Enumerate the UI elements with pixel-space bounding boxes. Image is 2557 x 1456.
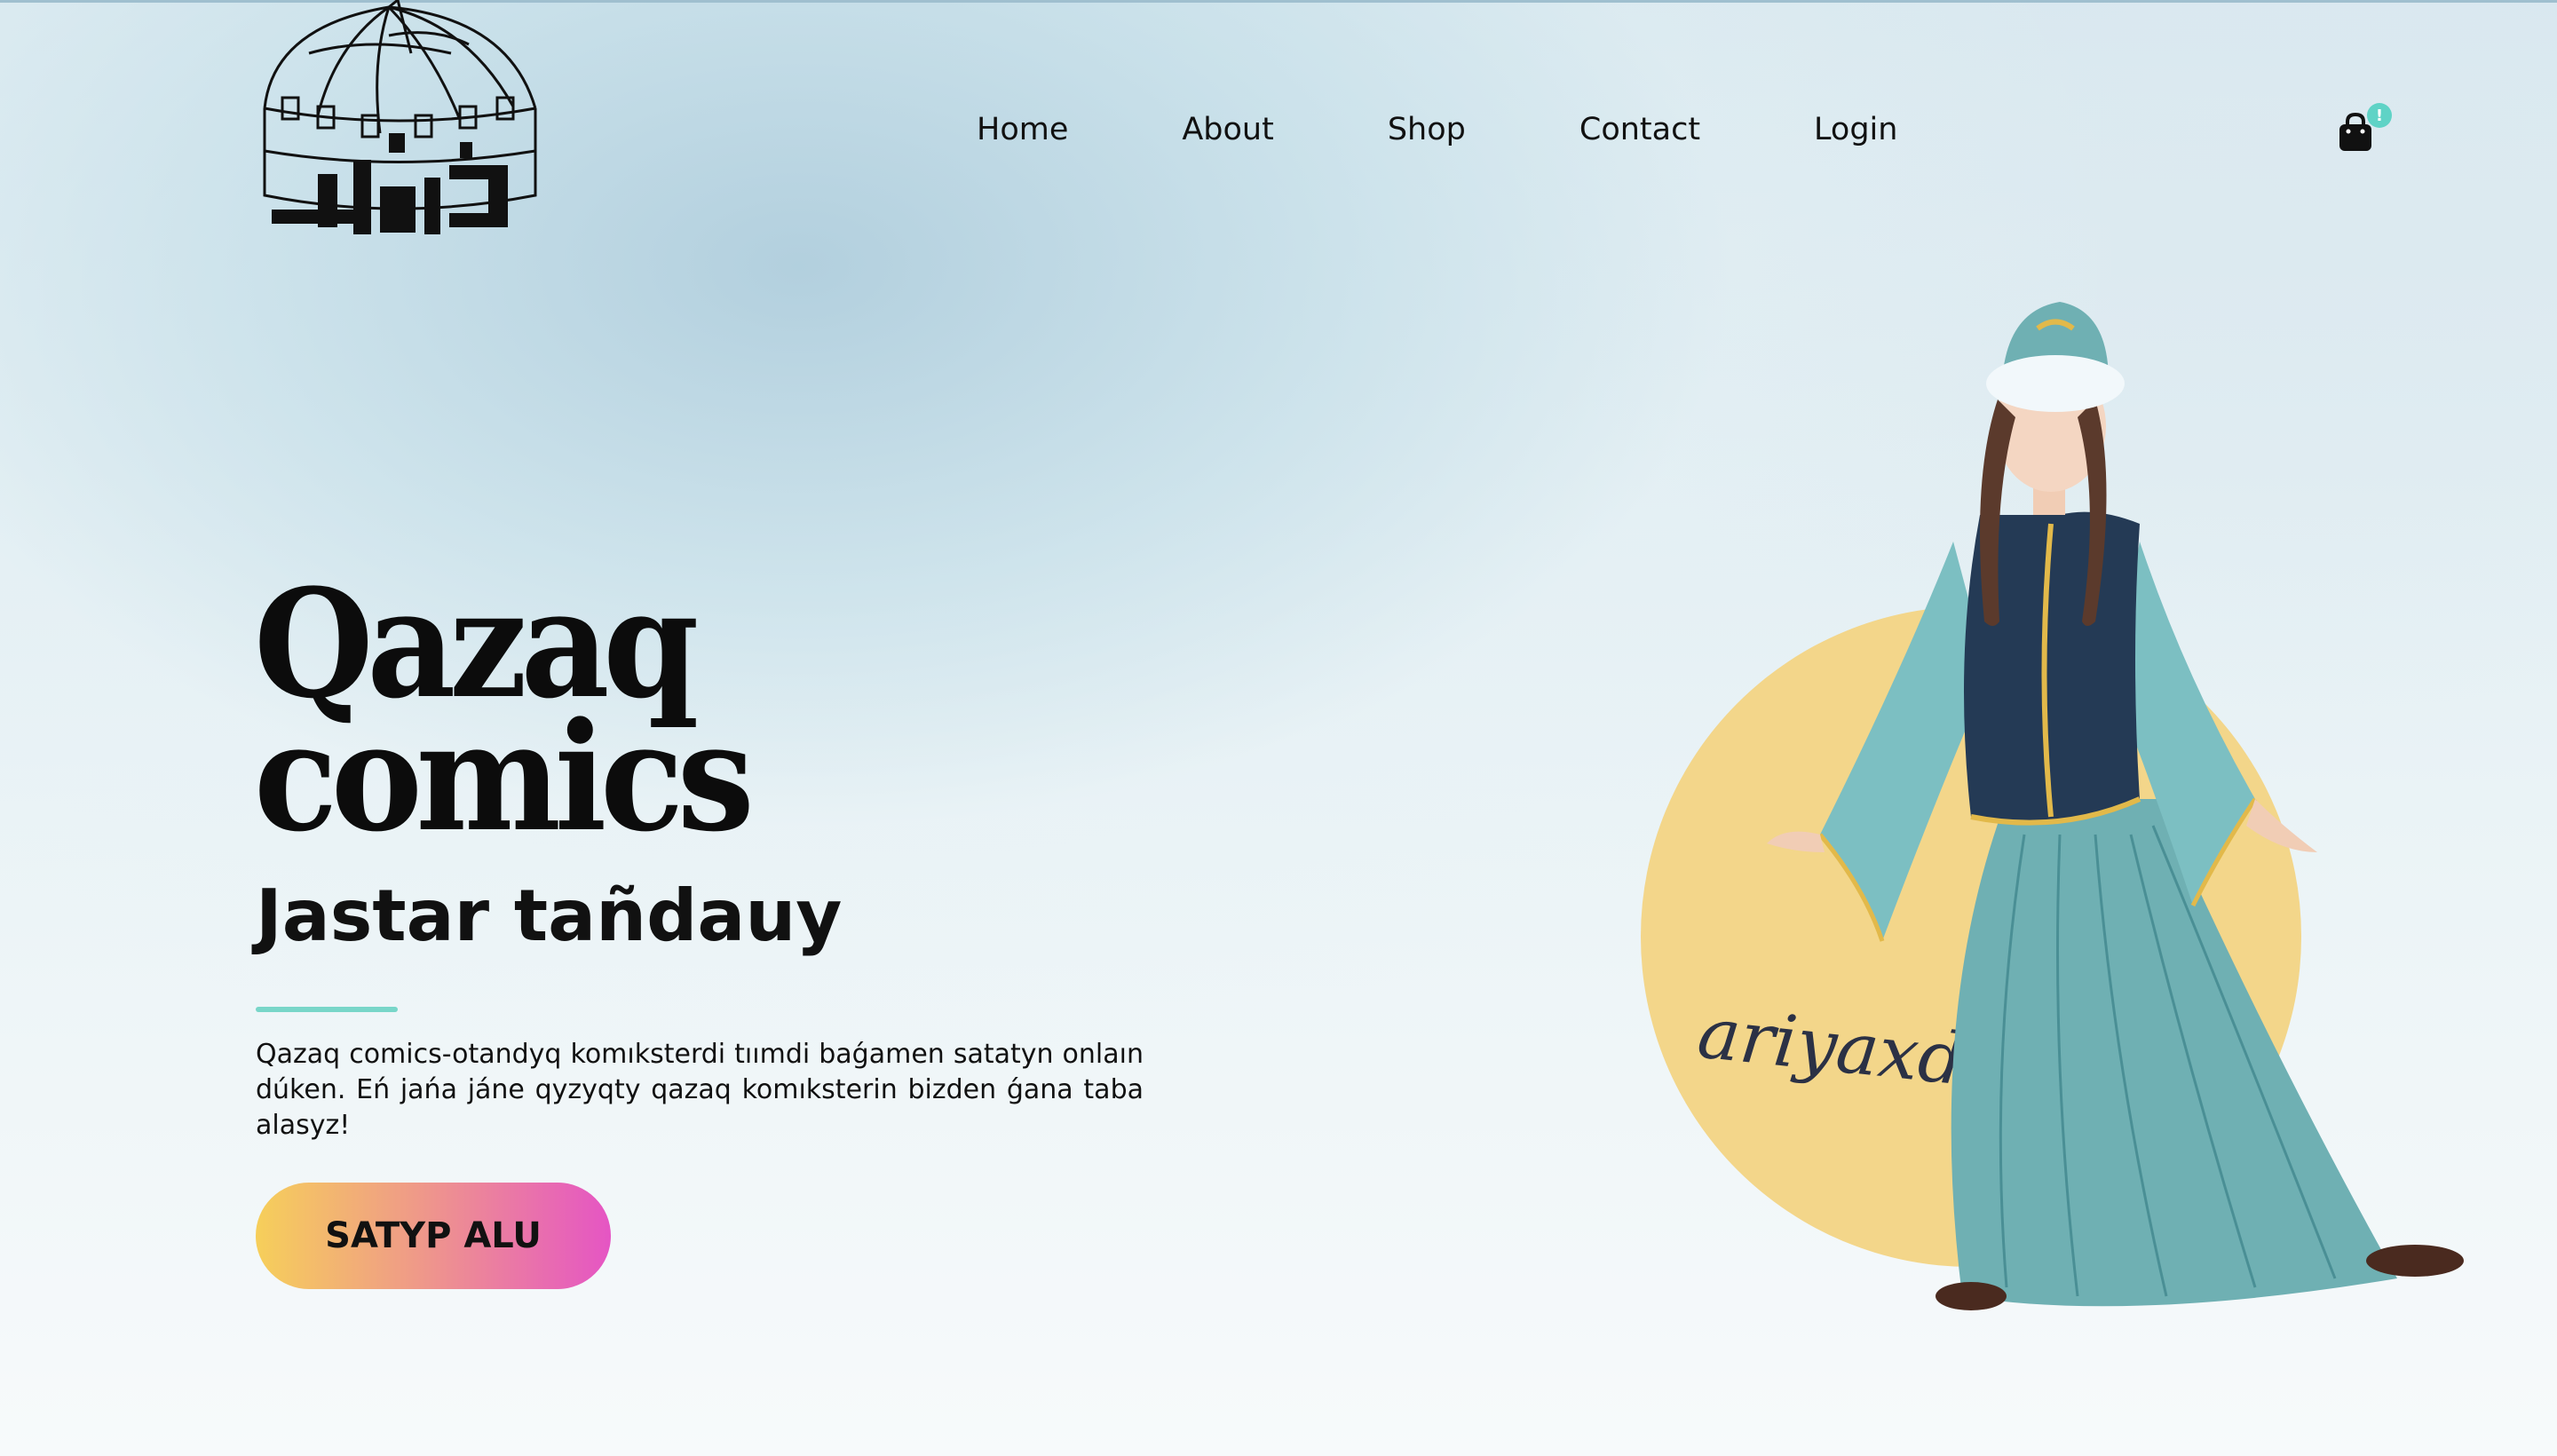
nav-about[interactable]: About: [1182, 112, 1273, 147]
cart-button[interactable]: !: [2337, 103, 2394, 156]
nav-home[interactable]: Home: [977, 112, 1068, 147]
hero-description: Qazaq comics-otandyq komıksterdi tıımdi …: [256, 1039, 1144, 1141]
yurt-logo-icon: [263, 0, 537, 234]
buy-button[interactable]: SATYP ALU: [256, 1183, 611, 1289]
hero-illustration: ariyaxd: [1634, 302, 2521, 1332]
nav-login[interactable]: Login: [1814, 112, 1897, 147]
nav-contact[interactable]: Contact: [1579, 112, 1700, 147]
cart-badge: !: [2367, 103, 2392, 128]
site-logo[interactable]: [256, 0, 543, 265]
hero-title-line2: comics: [254, 689, 755, 865]
main-nav: Home About Shop Contact Login: [977, 105, 1897, 154]
accent-divider: [256, 1007, 398, 1012]
hero-title: Qazaq comics: [254, 569, 755, 865]
hero-subtitle: Jastar tañdauy: [256, 874, 843, 957]
kazakh-girl-illustration: ariyaxd: [1641, 302, 2464, 1310]
nav-shop[interactable]: Shop: [1388, 112, 1466, 147]
